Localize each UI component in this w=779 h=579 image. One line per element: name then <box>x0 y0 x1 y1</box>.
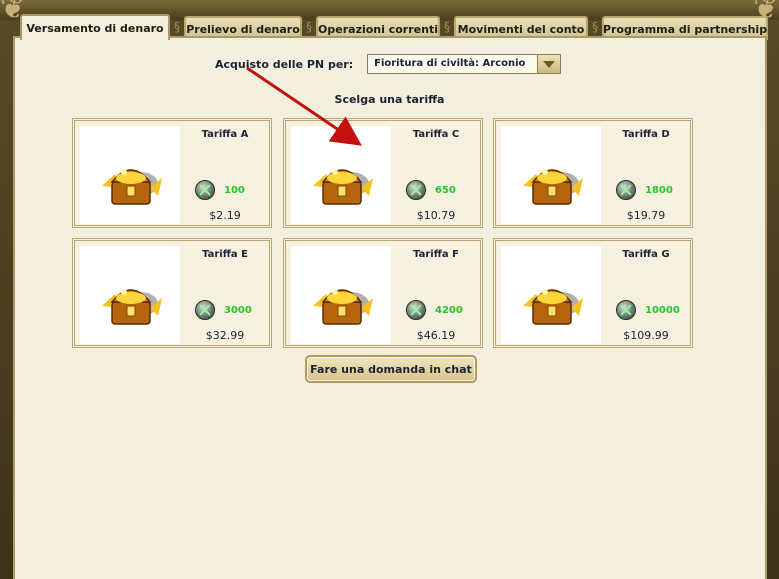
tariff-card-e[interactable]: Tariffa E 3000 $32.99 <box>72 238 272 348</box>
tariff-amount-row: 100 <box>195 180 245 200</box>
pn-coin-icon <box>195 300 215 320</box>
tariff-price: $32.99 <box>205 329 245 342</box>
tariff-price: $2.19 <box>209 209 241 222</box>
tariff-amount-row: 1800 <box>616 180 673 200</box>
tariff-price: $19.79 <box>626 209 666 222</box>
pn-coin-icon <box>616 180 636 200</box>
tariff-amount: 1800 <box>645 184 673 196</box>
treasure-chest-icon <box>102 289 162 325</box>
tariff-price: $109.99 <box>623 329 669 342</box>
pn-coin-icon <box>195 180 215 200</box>
tariff-amount-row: 3000 <box>195 300 252 320</box>
tariff-amount-row: 10000 <box>616 300 680 320</box>
treasure-chest-icon <box>102 169 162 205</box>
pn-coin-icon <box>406 300 426 320</box>
chat-question-button[interactable]: Fare una domanda in chat <box>305 355 477 383</box>
treasure-image <box>501 246 601 344</box>
tab-versamento[interactable]: Versamento di denaro <box>20 14 170 40</box>
treasure-chest-icon <box>523 169 583 205</box>
tariff-name: Tariffa C <box>412 129 460 140</box>
tariff-price: $10.79 <box>416 209 456 222</box>
treasure-image <box>501 126 601 224</box>
tariff-name: Tariffa E <box>202 249 248 260</box>
treasure-image <box>291 246 391 344</box>
treasure-chest-icon <box>523 289 583 325</box>
treasure-chest-icon <box>313 289 373 325</box>
tariff-name: Tariffa D <box>622 129 670 140</box>
choose-tariff-title: Scelga una tariffa <box>334 93 445 106</box>
tariff-amount: 4200 <box>435 304 463 316</box>
tariff-amount: 100 <box>224 184 245 196</box>
game-select[interactable]: Fioritura di civiltà: Arconio <box>367 54 562 74</box>
game-select-value: Fioritura di civiltà: Arconio <box>374 58 526 69</box>
window-frame: ❦ ❦ Versamento di denaro § Prelievo di d… <box>0 0 779 579</box>
treasure-image <box>80 246 180 344</box>
purchase-label: Acquisto delle PN per: <box>215 57 354 71</box>
tariff-amount-row: 650 <box>406 180 456 200</box>
pn-coin-icon <box>406 180 426 200</box>
tariff-amount: 650 <box>435 184 456 196</box>
tariff-amount: 10000 <box>645 304 680 316</box>
treasure-image <box>291 126 391 224</box>
tariff-name: Tariffa F <box>413 249 459 260</box>
tariff-name: Tariffa G <box>622 249 670 260</box>
tariff-card-g[interactable]: Tariffa G 10000 $109.99 <box>493 238 693 348</box>
tariff-card-d[interactable]: Tariffa D 1800 $19.79 <box>493 118 693 228</box>
tariff-amount-row: 4200 <box>406 300 463 320</box>
treasure-chest-icon <box>313 169 373 205</box>
treasure-image <box>80 126 180 224</box>
purchase-row: Acquisto delle PN per: Fioritura di civi… <box>215 52 562 76</box>
tariff-card-f[interactable]: Tariffa F 4200 $46.19 <box>283 238 483 348</box>
tariff-card-c[interactable]: Tariffa C 650 $10.79 <box>283 118 483 228</box>
tariff-price: $46.19 <box>416 329 456 342</box>
tariff-name: Tariffa A <box>201 129 249 140</box>
tariff-amount: 3000 <box>224 304 252 316</box>
chevron-down-icon <box>543 60 556 68</box>
tariff-card-a[interactable]: Tariffa A 100 $2.19 <box>72 118 272 228</box>
dropdown-button[interactable] <box>537 55 561 73</box>
pn-coin-icon <box>616 300 636 320</box>
